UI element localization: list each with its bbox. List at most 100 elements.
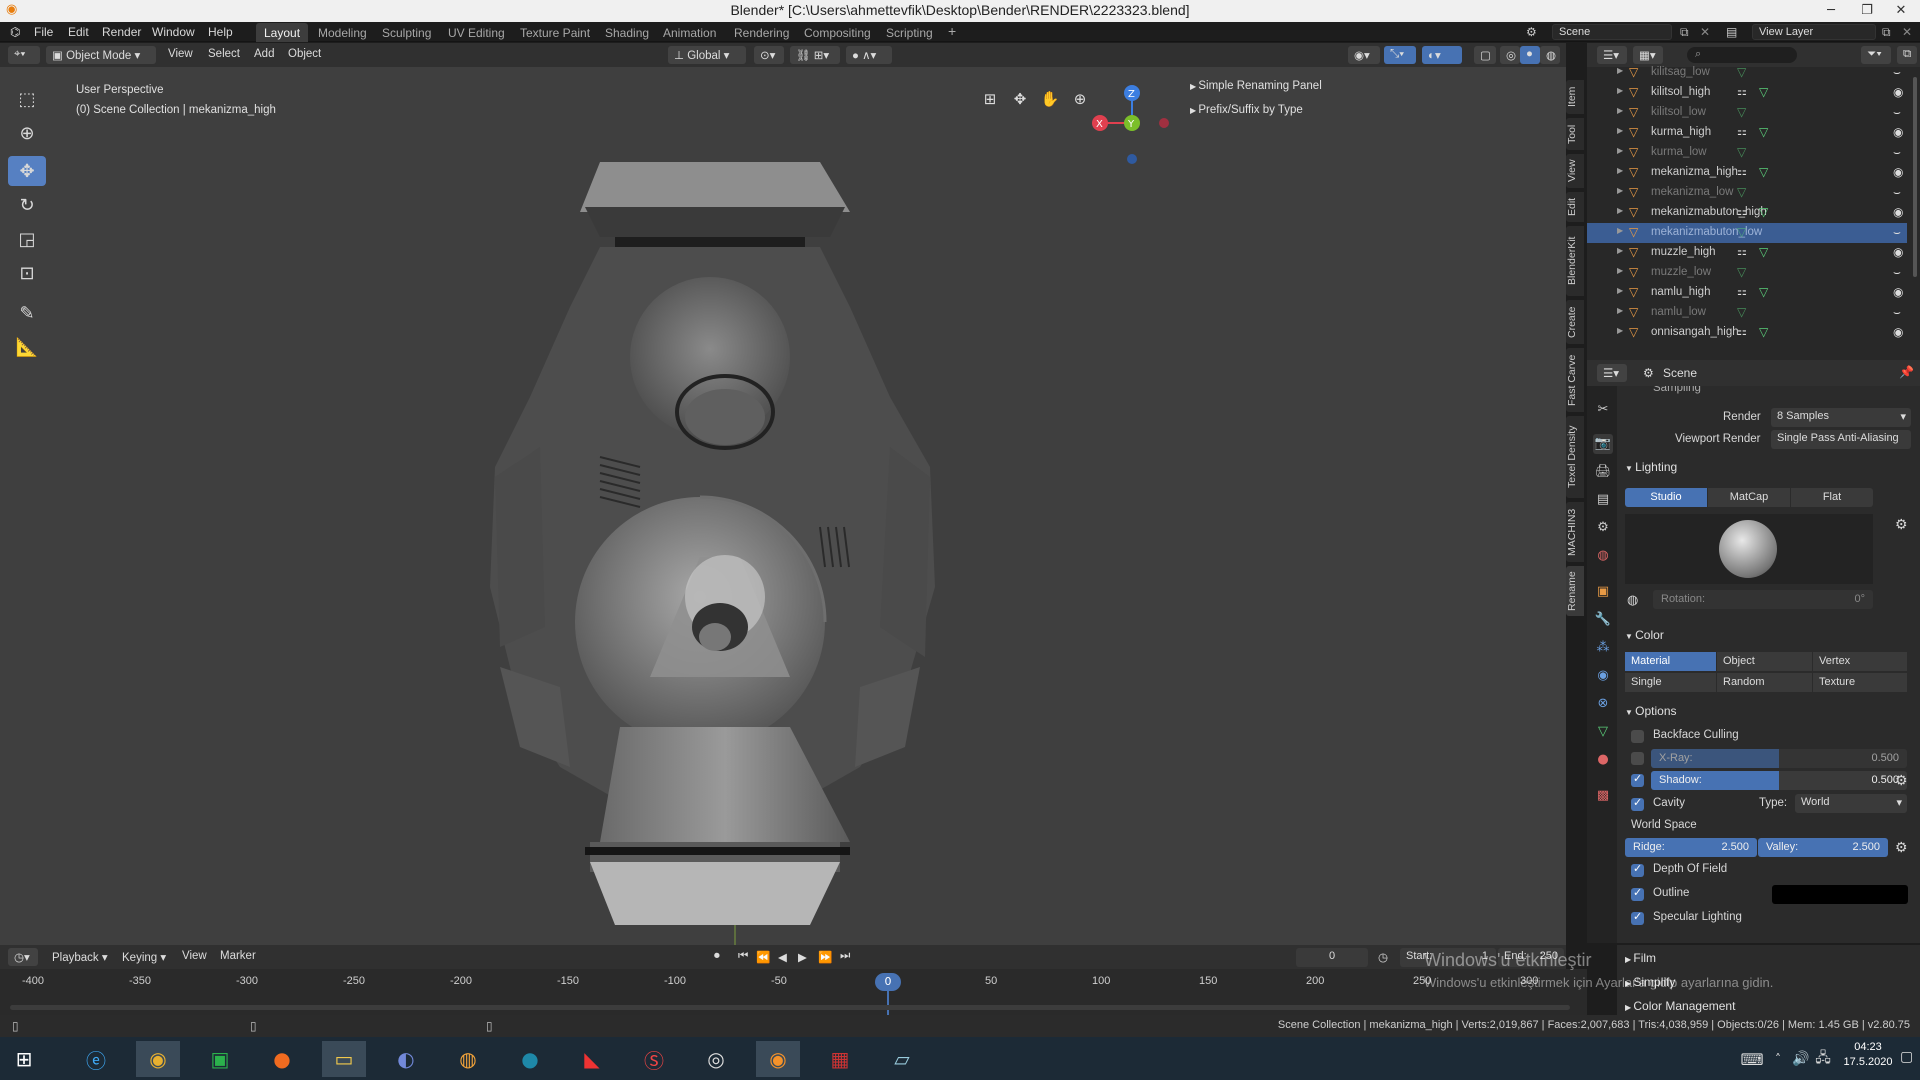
internet-explorer-icon[interactable]: ⓔ bbox=[74, 1041, 118, 1077]
tab-rendering[interactable]: Rendering bbox=[726, 23, 797, 42]
world-tab-icon[interactable]: ◍ bbox=[1593, 546, 1613, 566]
object-tab-icon[interactable]: ▣ bbox=[1593, 582, 1613, 602]
shadow-settings-gear-icon[interactable]: ⚙ bbox=[1895, 772, 1908, 789]
sidebar-tab-blenderkit[interactable]: BlenderKit bbox=[1566, 226, 1584, 296]
visibility-eye-icon[interactable]: ◉ bbox=[1893, 165, 1903, 179]
notification-icon[interactable]: ▢ bbox=[1900, 1049, 1913, 1065]
volume-icon[interactable]: 🔊 bbox=[1790, 1041, 1812, 1077]
outline-checkbox[interactable] bbox=[1631, 886, 1644, 901]
studio-light-preview[interactable] bbox=[1625, 514, 1873, 584]
tab-compositing[interactable]: Compositing bbox=[796, 23, 879, 42]
current-frame-field[interactable]: 0 bbox=[1296, 948, 1368, 967]
color-random-button[interactable]: Random bbox=[1717, 673, 1812, 692]
menu-timeline-view[interactable]: View bbox=[182, 950, 207, 962]
outliner-row[interactable]: ▶ ▽ mekanizmabuton_low ▽ ⌣ bbox=[1587, 223, 1907, 243]
sidebar-tab-view[interactable]: View bbox=[1566, 154, 1584, 188]
visibility-eye-icon[interactable]: ◉ bbox=[1893, 245, 1903, 259]
outliner-display-icon[interactable]: ▦▾ bbox=[1633, 46, 1663, 64]
shading-material-icon[interactable]: ◍ bbox=[1540, 46, 1560, 64]
color-vertex-button[interactable]: Vertex bbox=[1813, 652, 1907, 671]
gizmo-toggle-icon[interactable]: ⤡▾ bbox=[1384, 46, 1416, 64]
minimize-button[interactable]: ─ bbox=[1814, 0, 1848, 22]
output-tab-icon[interactable]: 🖨 bbox=[1593, 462, 1613, 482]
next-keyframe-icon[interactable]: ⏩ bbox=[818, 950, 832, 964]
hidden-eye-icon[interactable]: ⌣ bbox=[1893, 145, 1901, 160]
hidden-eye-icon[interactable]: ⌣ bbox=[1893, 265, 1901, 280]
sidebar-tab-machin3[interactable]: MACHIN3 bbox=[1566, 502, 1584, 562]
outliner-item-name[interactable]: muzzle_high bbox=[1651, 246, 1716, 258]
snap-icon[interactable]: ⛓ ⊞▾ bbox=[790, 46, 840, 64]
timeline-scrollbar[interactable] bbox=[10, 1005, 1570, 1010]
simple-renaming-panel[interactable]: ▶ Simple Renaming Panel bbox=[1190, 80, 1322, 92]
sidebar-tab-rename[interactable]: Rename bbox=[1566, 566, 1584, 616]
render-tab-icon[interactable]: 📷 bbox=[1593, 434, 1613, 454]
backface-culling-checkbox[interactable] bbox=[1631, 730, 1644, 743]
menu-marker[interactable]: Marker bbox=[220, 950, 256, 962]
cavity-checkbox[interactable] bbox=[1631, 796, 1644, 811]
prefix-suffix-panel[interactable]: ▶ Prefix/Suffix by Type bbox=[1190, 104, 1303, 116]
outliner-item-name[interactable]: kilitsol_high bbox=[1651, 86, 1710, 98]
outliner-item-name[interactable]: namlu_low bbox=[1651, 306, 1706, 318]
hidden-eye-icon[interactable]: ⌣ bbox=[1893, 105, 1901, 120]
outliner-item-name[interactable]: kilitsol_low bbox=[1651, 106, 1706, 118]
tab-layout[interactable]: Layout bbox=[256, 23, 309, 42]
menu-select[interactable]: Select bbox=[208, 48, 240, 60]
substance-icon[interactable]: Ⓢ bbox=[632, 1041, 676, 1077]
play-reverse-icon[interactable]: ◀ bbox=[778, 950, 787, 964]
outliner-item-name[interactable]: kilitsag_low bbox=[1651, 66, 1710, 78]
modifier-tab-icon[interactable]: 🔧 bbox=[1593, 610, 1613, 630]
menu-render[interactable]: Render bbox=[102, 25, 141, 39]
blender-menu-icon[interactable]: ⌬ bbox=[10, 25, 20, 39]
visibility-eye-icon[interactable]: ◉ bbox=[1893, 285, 1903, 299]
menu-view[interactable]: View bbox=[168, 48, 193, 60]
notepad-icon[interactable]: ▱ bbox=[880, 1041, 924, 1077]
playhead[interactable]: 0 bbox=[875, 973, 901, 991]
outliner-row[interactable]: ▶ ▽ kilitsag_low ▽ ⌣ bbox=[1587, 63, 1907, 83]
discord-icon[interactable]: ◐ bbox=[384, 1041, 428, 1077]
world-space-lighting-icon[interactable]: ◍ bbox=[1627, 592, 1638, 608]
visibility-eye-icon[interactable]: ◉ bbox=[1893, 85, 1903, 99]
tab-scripting[interactable]: Scripting bbox=[878, 23, 941, 42]
new-layer-icon[interactable]: ⧉ bbox=[1882, 25, 1891, 40]
expand-arrow-icon[interactable]: ▶ bbox=[1617, 286, 1623, 295]
new-scene-icon[interactable]: ⧉ bbox=[1680, 25, 1689, 40]
measure-tool-icon[interactable]: 📐 bbox=[8, 332, 46, 362]
expand-arrow-icon[interactable]: ▶ bbox=[1617, 146, 1623, 155]
expand-arrow-icon[interactable]: ▶ bbox=[1617, 186, 1623, 195]
visibility-icon[interactable]: ◉▾ bbox=[1348, 46, 1380, 64]
outliner-item-name[interactable]: muzzle_low bbox=[1651, 266, 1711, 278]
cavity-settings-gear-icon[interactable]: ⚙ bbox=[1895, 839, 1908, 856]
color-section[interactable]: ▼ Color bbox=[1625, 628, 1664, 642]
menu-playback[interactable]: Playback ▾ bbox=[52, 950, 108, 964]
xray-slider[interactable]: X-Ray: 0.500 bbox=[1651, 749, 1907, 768]
record-icon[interactable]: ⏺ bbox=[714, 950, 720, 963]
outliner-item-name[interactable]: namlu_high bbox=[1651, 286, 1710, 298]
menu-edit[interactable]: Edit bbox=[68, 25, 89, 39]
lighting-flat-button[interactable]: Flat bbox=[1791, 488, 1873, 507]
outliner-item-name[interactable]: onnisangah_high bbox=[1651, 326, 1739, 338]
valley-slider[interactable]: Valley: 2.500 bbox=[1758, 838, 1888, 857]
viewport-render-dropdown[interactable]: Single Pass Anti-Aliasing bbox=[1771, 430, 1911, 449]
render-samples-dropdown[interactable]: 8 Samples ▾ bbox=[1771, 408, 1911, 427]
expand-arrow-icon[interactable]: ▶ bbox=[1617, 66, 1623, 75]
transform-tool-icon[interactable]: ⊡ bbox=[8, 258, 46, 288]
texture-tab-icon[interactable]: ▩ bbox=[1593, 786, 1613, 806]
tab-animation[interactable]: Animation bbox=[655, 23, 724, 42]
sidebar-tab-create[interactable]: Create bbox=[1566, 300, 1584, 344]
start-button-icon[interactable]: ⊞ bbox=[2, 1041, 46, 1077]
clock-icon[interactable]: ◷ bbox=[1378, 950, 1388, 964]
jump-start-icon[interactable]: ⏮ bbox=[738, 950, 748, 963]
ridge-slider[interactable]: Ridge: 2.500 bbox=[1625, 838, 1757, 857]
outliner-item-name[interactable]: mekanizma_high bbox=[1651, 166, 1738, 178]
outliner-row[interactable]: ▶ ▽ kurma_low ▽ ⌣ bbox=[1587, 143, 1907, 163]
view-layer-tab-icon[interactable]: ▤ bbox=[1593, 490, 1613, 510]
tab-modeling[interactable]: Modeling bbox=[310, 23, 375, 42]
timeline[interactable]: -400 -350 -300 -250 -200 -150 -100 -50 50 100 150 2… bbox=[0, 969, 1587, 1015]
outliner-row[interactable]: ▶ ▽ muzzle_high ⚏ ▽ ◉ bbox=[1587, 243, 1907, 263]
expand-arrow-icon[interactable]: ▶ bbox=[1617, 226, 1623, 235]
outliner-row[interactable]: ▶ ▽ kurma_high ⚏ ▽ ◉ bbox=[1587, 123, 1907, 143]
color-material-button[interactable]: Material bbox=[1625, 652, 1716, 671]
jump-end-icon[interactable]: ⏭ bbox=[840, 950, 850, 963]
tab-texture-paint[interactable]: Texture Paint bbox=[512, 23, 598, 42]
select-box-tool-icon[interactable]: ⬚ bbox=[8, 84, 46, 114]
